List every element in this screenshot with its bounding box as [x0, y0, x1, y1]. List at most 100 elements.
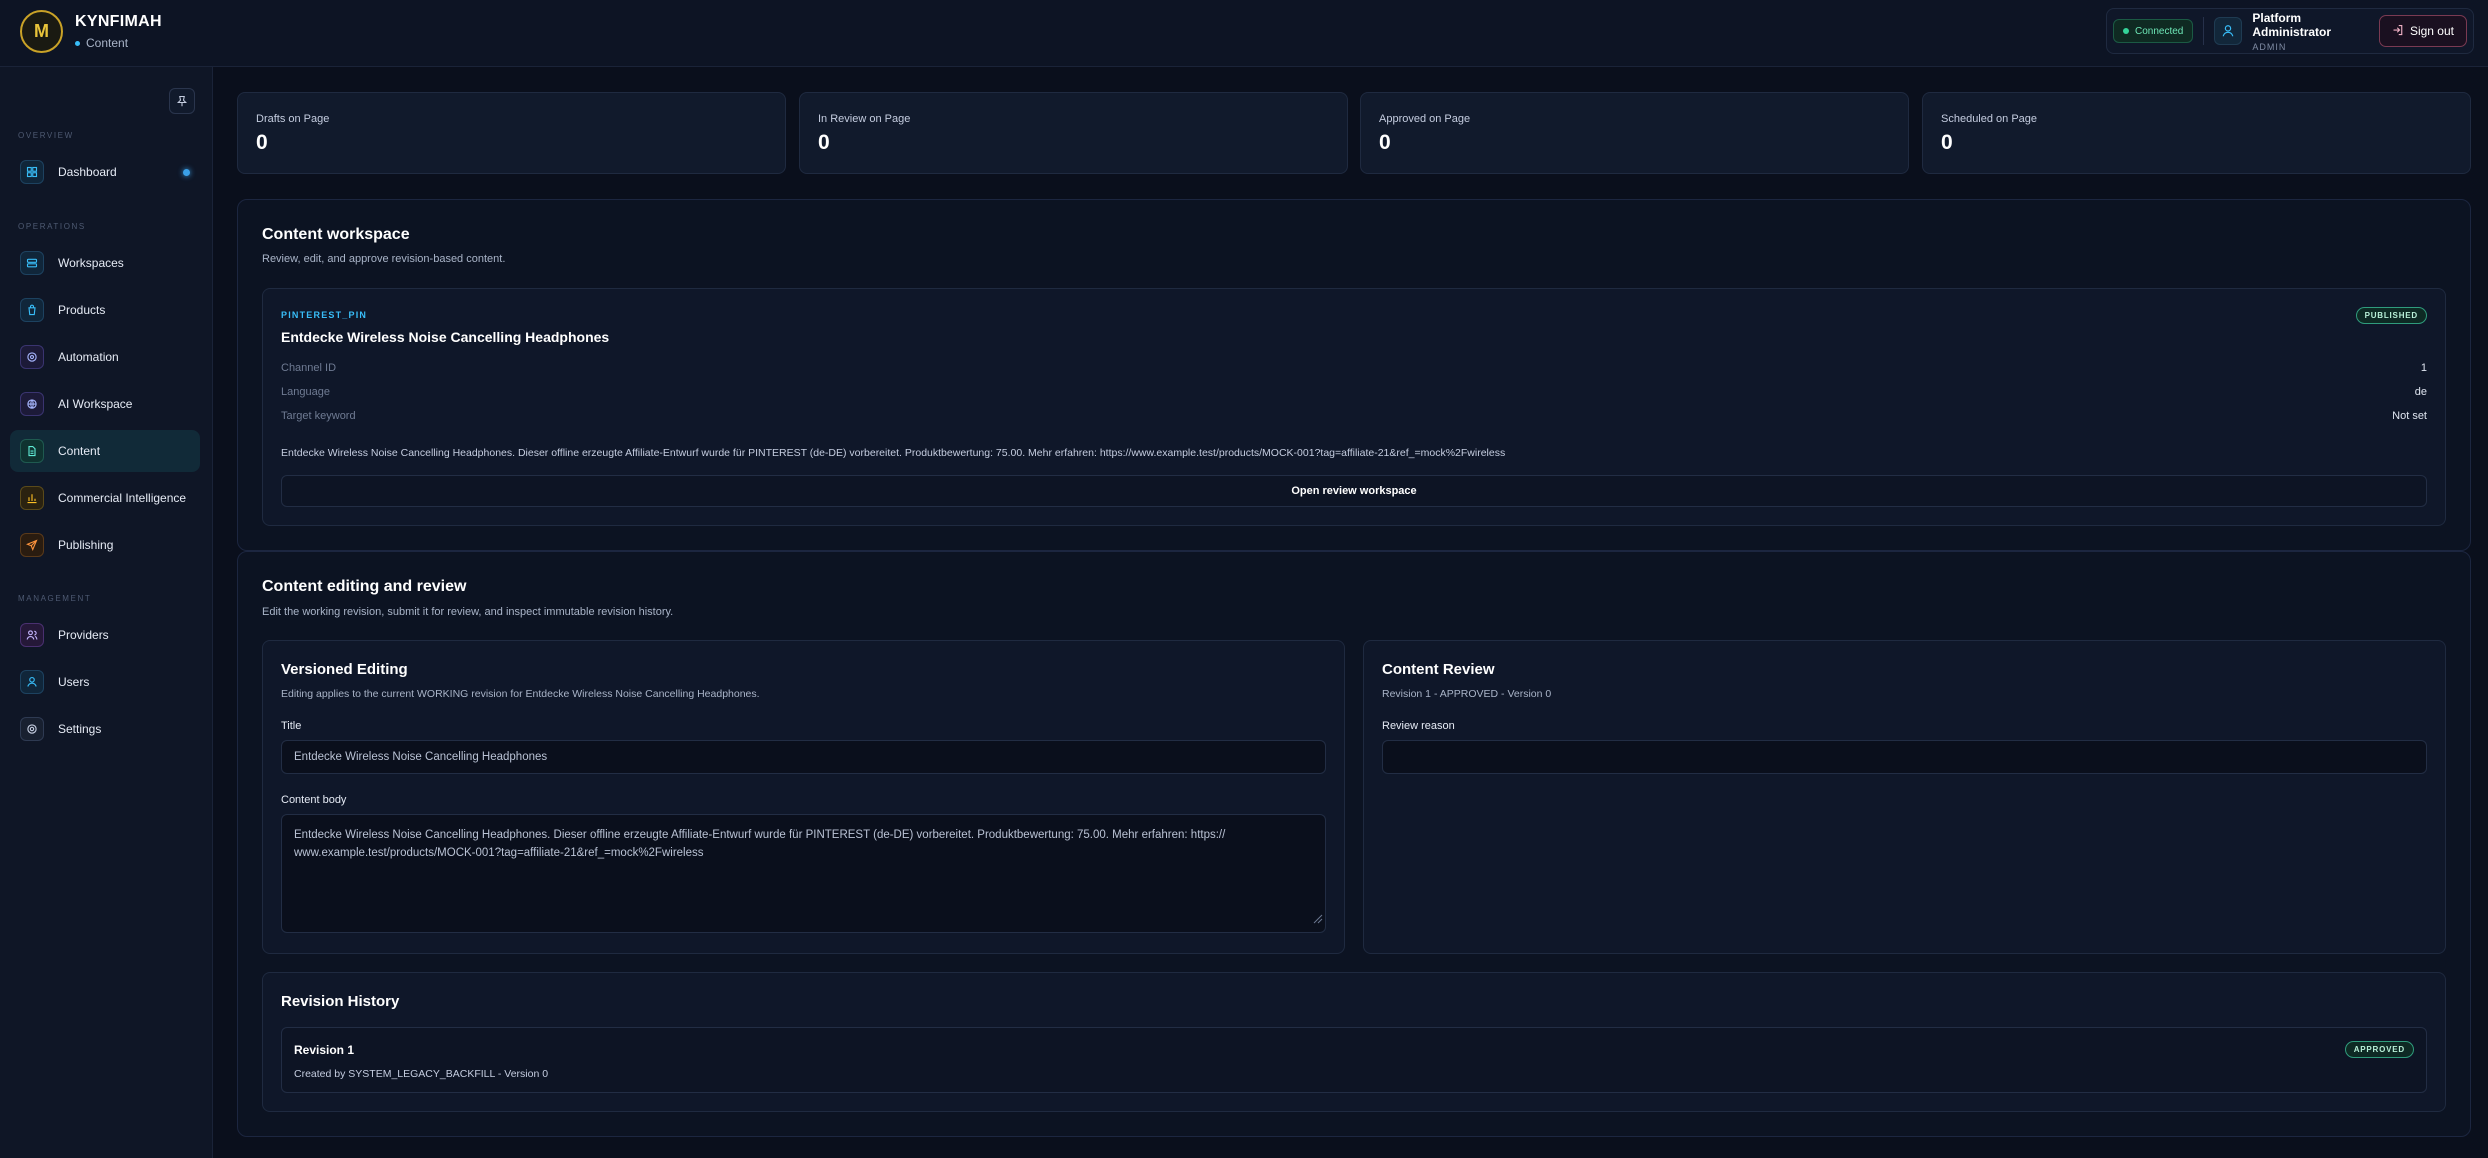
status-dot-icon	[2123, 28, 2129, 34]
resize-handle-icon[interactable]	[1311, 912, 1323, 930]
pin-icon	[176, 95, 188, 107]
sign-out-label: Sign out	[2409, 24, 2454, 38]
sidebar-item-label: AI Workspace	[58, 397, 133, 411]
sidebar-item-dashboard[interactable]: Dashboard	[10, 151, 200, 193]
stat-label: In Review on Page	[818, 113, 911, 125]
content-item-title: Entdecke Wireless Noise Cancelling Headp…	[281, 329, 610, 345]
section-dot-icon	[75, 40, 80, 46]
sidebar-item-content[interactable]: Content	[10, 430, 200, 472]
providers-icon	[20, 623, 44, 647]
revision-title: Revision 1	[294, 1043, 355, 1057]
sidebar-item-products[interactable]: Products	[10, 289, 200, 331]
brand-logo: M	[20, 10, 63, 53]
sidebar-item-label: Settings	[58, 722, 102, 736]
sidebar-item-commercial-intelligence[interactable]: Commercial Intelligence	[10, 477, 200, 519]
revision-history-card: Revision History Revision 1 Created by S…	[262, 972, 2446, 1112]
card-title: Versioned Editing	[281, 661, 408, 678]
stat-label: Drafts on Page	[256, 113, 330, 125]
card-title: Revision History	[281, 993, 400, 1010]
top-bar: M KYNFIMAH Content Connected Platform Ad…	[0, 0, 2488, 67]
section-label-management: MANAGEMENT	[18, 594, 92, 603]
revision-item[interactable]: Revision 1 Created by SYSTEM_LEGACY_BACK…	[281, 1027, 2427, 1093]
sidebar-item-label: Automation	[58, 350, 119, 364]
stat-card-scheduled: Scheduled on Page 0	[1922, 92, 2471, 174]
sidebar-item-label: Content	[58, 444, 101, 458]
panel-title: Content workspace	[262, 226, 410, 243]
revision-meta: Created by SYSTEM_LEGACY_BACKFILL - Vers…	[294, 1068, 549, 1080]
stat-value: 0	[1941, 131, 1953, 154]
sidebar-item-label: Products	[58, 303, 106, 317]
body-field-label: Content body	[281, 794, 347, 806]
header-user-panel: Connected Platform Administrator ADMIN S…	[2106, 8, 2474, 54]
stat-value: 0	[1379, 131, 1391, 154]
stat-value: 0	[818, 131, 830, 154]
review-revision-info: Revision 1 - APPROVED - Version 0	[1382, 688, 1552, 700]
sidebar-item-label: Users	[58, 675, 90, 689]
sidebar-item-users[interactable]: Users	[10, 661, 200, 703]
notification-dot-icon	[183, 168, 190, 176]
sidebar-item-label: Dashboard	[58, 165, 117, 179]
divider	[2203, 17, 2205, 45]
meta-row-target-keyword: Target keyword Not set	[281, 410, 2427, 426]
meta-row-channel-id: Channel ID 1	[281, 362, 2427, 378]
meta-value: 1	[2420, 362, 2427, 374]
connection-status-label: Connected	[2135, 25, 2184, 37]
sign-out-icon	[2392, 24, 2404, 39]
review-reason-label: Review reason	[1382, 720, 1455, 732]
users-icon	[20, 670, 44, 694]
panel-description: Review, edit, and approve revision-based…	[262, 253, 506, 265]
sidebar-item-label: Workspaces	[58, 256, 124, 270]
brand[interactable]: M KYNFIMAH Content	[20, 10, 162, 53]
card-description: Editing applies to the current WORKING r…	[281, 688, 760, 700]
sidebar-item-automation[interactable]: Automation	[10, 336, 200, 378]
sidebar-item-providers[interactable]: Providers	[10, 614, 200, 656]
automation-icon	[20, 345, 44, 369]
user-name: Platform Administrator	[2252, 10, 2332, 39]
content-icon	[20, 439, 44, 463]
meta-value: de	[2414, 386, 2427, 398]
open-review-workspace-button[interactable]: Open review workspace	[281, 475, 2427, 507]
revision-status-badge: APPROVED	[2344, 1041, 2414, 1058]
title-field-label: Title	[281, 720, 302, 732]
stat-value: 0	[256, 131, 268, 154]
panel-description: Edit the working revision, submit it for…	[262, 606, 674, 618]
sidebar-item-label: Providers	[58, 628, 109, 642]
panel-title: Content editing and review	[262, 578, 467, 595]
stat-card-in-review: In Review on Page 0	[799, 92, 1348, 174]
content-review-card: Content Review Revision 1 - APPROVED - V…	[1363, 640, 2446, 954]
products-icon	[20, 298, 44, 322]
meta-key: Channel ID	[281, 362, 337, 374]
stat-card-drafts: Drafts on Page 0	[237, 92, 786, 174]
meta-row-language: Language de	[281, 386, 2427, 402]
channel-type: PINTEREST_PIN	[281, 310, 368, 320]
commercial-intelligence-icon	[20, 486, 44, 510]
card-title: Content Review	[1382, 661, 1495, 678]
sidebar-item-workspaces[interactable]: Workspaces	[10, 242, 200, 284]
sidebar-item-settings[interactable]: Settings	[10, 708, 200, 750]
settings-icon	[20, 717, 44, 741]
section-label-overview: OVERVIEW	[18, 131, 74, 140]
sign-out-button[interactable]: Sign out	[2378, 15, 2467, 47]
sidebar: OVERVIEW Dashboard OPERATIONS Workspaces…	[0, 67, 213, 1158]
section-label-operations: OPERATIONS	[18, 222, 86, 231]
review-reason-input[interactable]	[1382, 740, 2427, 774]
workspaces-icon	[20, 251, 44, 275]
content-body-preview: Entdecke Wireless Noise Cancelling Headp…	[281, 447, 1506, 459]
dashboard-icon	[20, 160, 44, 184]
user-role: ADMIN	[2252, 41, 2287, 52]
status-badge: PUBLISHED	[2355, 307, 2427, 324]
content-item-card: PINTEREST_PIN Entdecke Wireless Noise Ca…	[262, 288, 2446, 526]
content-body-textarea[interactable]: Entdecke Wireless Noise Cancelling Headp…	[281, 814, 1326, 933]
sidebar-item-ai-workspace[interactable]: AI Workspace	[10, 383, 200, 425]
connection-status-badge: Connected	[2113, 19, 2194, 43]
stat-label: Approved on Page	[1379, 113, 1471, 125]
content-body-line: Entdecke Wireless Noise Cancelling Headp…	[294, 829, 1226, 841]
current-section: Content	[86, 36, 129, 50]
title-input[interactable]: Entdecke Wireless Noise Cancelling Headp…	[281, 740, 1326, 774]
meta-key: Language	[281, 386, 330, 398]
versioned-editing-card: Versioned Editing Editing applies to the…	[262, 640, 1345, 954]
pin-sidebar-button[interactable]	[169, 88, 195, 114]
sidebar-item-publishing[interactable]: Publishing	[10, 524, 200, 566]
stat-label: Scheduled on Page	[1941, 113, 2038, 125]
meta-key: Target keyword	[281, 410, 356, 422]
